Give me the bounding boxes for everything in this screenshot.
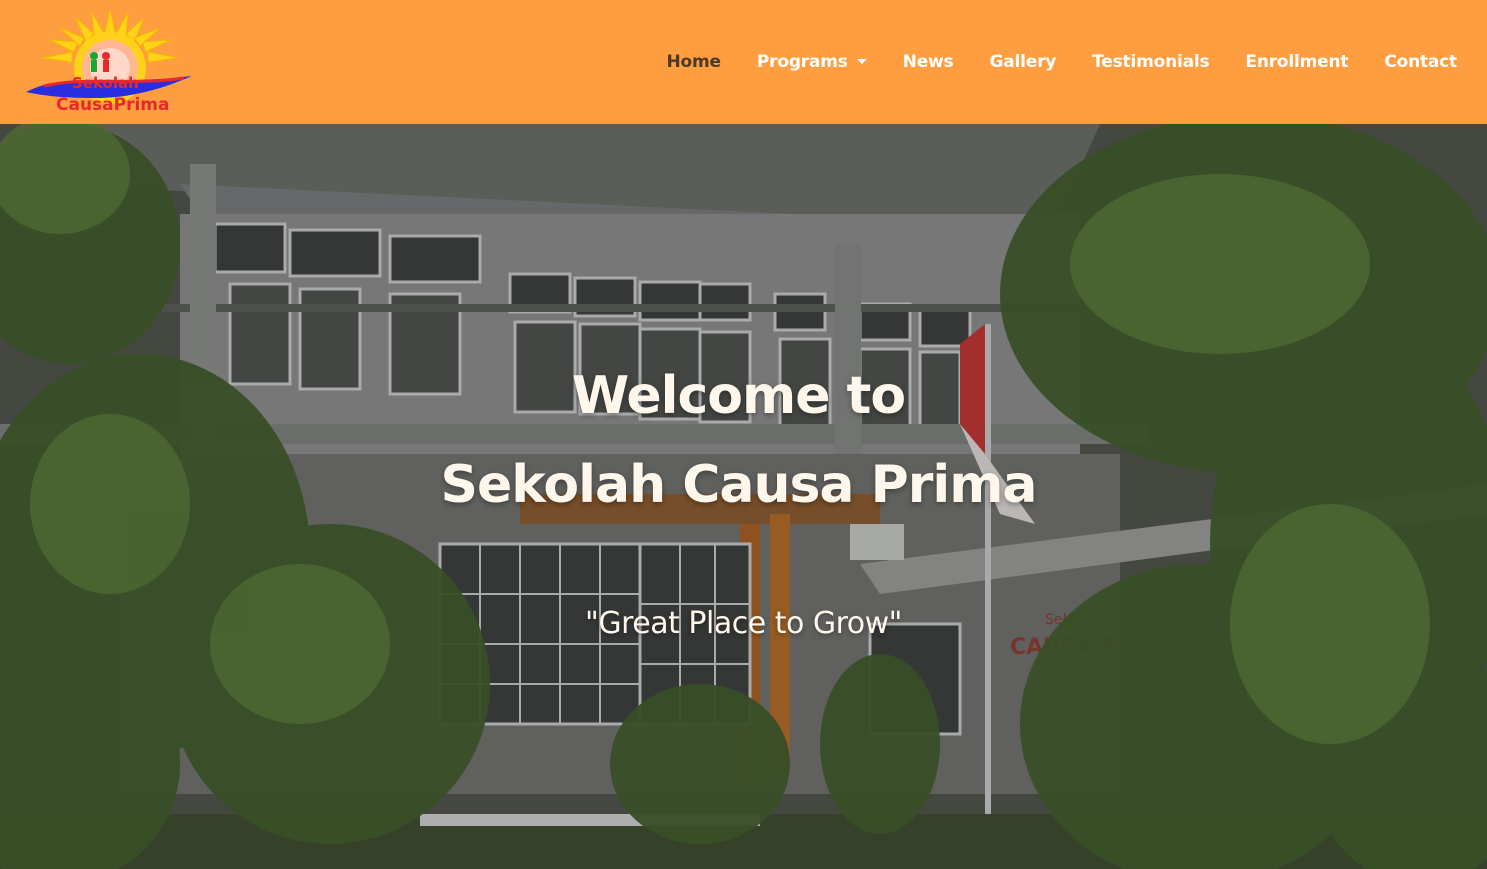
hero-title-line1: Welcome to bbox=[571, 366, 906, 426]
nav-enrollment[interactable]: Enrollment bbox=[1245, 52, 1348, 72]
sun-logo-icon: Sekolah CausaPrima bbox=[26, 9, 192, 115]
nav-gallery-label: Gallery bbox=[989, 52, 1057, 72]
nav-gallery[interactable]: Gallery bbox=[989, 52, 1056, 72]
hero-tagline: "Great Place to Grow" bbox=[585, 606, 902, 641]
nav-testimonials[interactable]: Testimonials bbox=[1092, 52, 1209, 72]
nav-news-label: News bbox=[902, 52, 954, 72]
nav-enrollment-label: Enrollment bbox=[1245, 52, 1349, 72]
nav-testimonials-label: Testimonials bbox=[1092, 52, 1210, 72]
caret-down-icon bbox=[856, 58, 867, 64]
nav-news[interactable]: News bbox=[903, 52, 954, 72]
logo-text-causaprima: CausaPrima bbox=[56, 95, 170, 115]
nav-home[interactable]: Home bbox=[666, 52, 722, 72]
logo-text-sekolah: Sekolah bbox=[72, 74, 139, 92]
nav-contact[interactable]: Contact bbox=[1384, 52, 1457, 72]
main-nav: Home Programs News Gallery Testimonials … bbox=[631, 44, 1458, 80]
school-logo[interactable]: Sekolah CausaPrima bbox=[24, 6, 196, 118]
hero-section: Sekolah CAUSA PRIMA Welcome to Sekolah C bbox=[0, 124, 1487, 869]
nav-programs-dropdown[interactable]: Programs bbox=[757, 52, 867, 72]
nav-programs-label: Programs bbox=[756, 52, 848, 72]
hero-title-line2: Sekolah Causa Prima bbox=[440, 455, 1038, 515]
nav-contact-label: Contact bbox=[1384, 52, 1457, 72]
nav-home-label: Home bbox=[666, 52, 722, 72]
navbar: Sekolah CausaPrima Home Programs News Ga… bbox=[0, 0, 1487, 124]
